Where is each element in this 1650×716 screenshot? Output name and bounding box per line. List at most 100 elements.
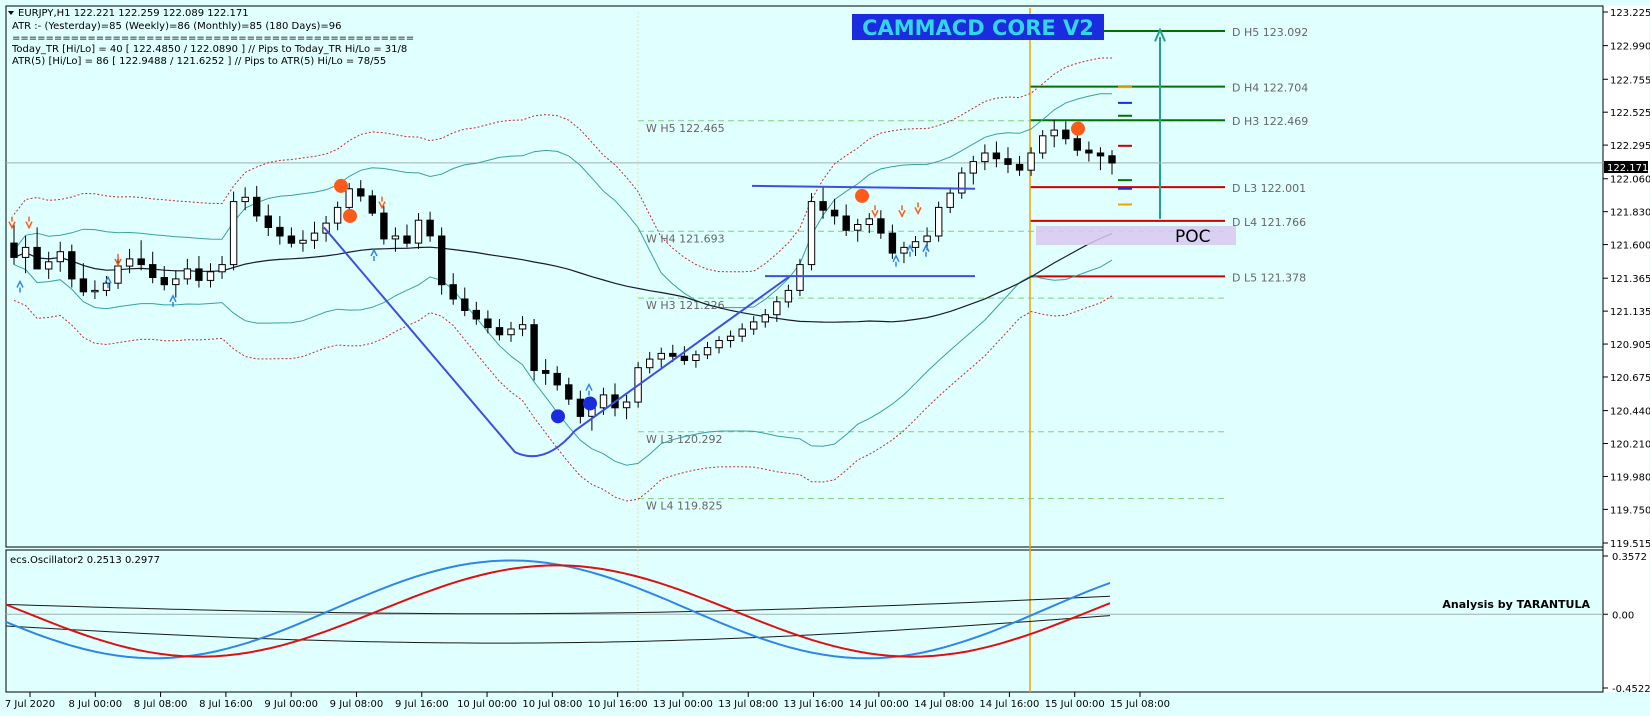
candle-body [79, 278, 88, 293]
signal-dot [1071, 121, 1085, 136]
candle-body [807, 201, 816, 266]
candle-body [1027, 152, 1035, 171]
y-tick-label: 120.440 [1610, 407, 1650, 418]
candle-body [692, 354, 700, 361]
candle-body [1039, 135, 1047, 154]
candle-body [911, 241, 920, 248]
x-tick-label: 14 Jul 08:00 [914, 699, 974, 710]
candle-body [830, 209, 839, 217]
candle-body [854, 224, 862, 231]
candle-body [680, 355, 689, 362]
atr5-line: ATR(5) [Hi/Lo] = 86 [ 122.9488 / 121.625… [12, 56, 386, 67]
y-tick-label: 121.600 [1610, 241, 1650, 252]
osc-tick-label: 0.00 [1612, 610, 1634, 621]
daily-level-label: D H5 123.092 [1232, 26, 1308, 39]
candle-body [773, 301, 781, 316]
y-tick-label: 122.525 [1610, 108, 1650, 119]
candle-body [553, 372, 561, 386]
candle-body [56, 251, 64, 263]
candle-body [68, 251, 76, 280]
y-tick-label: 122.755 [1610, 75, 1650, 86]
candle-body [357, 188, 365, 197]
candle-body [507, 328, 515, 336]
x-tick-label: 10 Jul 00:00 [457, 699, 517, 710]
x-tick-label: 8 Jul 16:00 [199, 699, 253, 710]
x-tick-label: 13 Jul 00:00 [653, 699, 713, 710]
candle-body [946, 192, 954, 208]
signal-dot [551, 409, 565, 424]
candle-body [992, 152, 1001, 160]
oscillator-pane [5, 549, 1604, 693]
x-tick-label: 15 Jul 08:00 [1110, 699, 1170, 710]
candle-body [472, 309, 481, 320]
candle-body [935, 206, 943, 237]
candle-body [253, 196, 261, 217]
candle-body [738, 328, 746, 337]
y-tick-label: 121.135 [1610, 307, 1650, 318]
candle-body [530, 324, 538, 372]
candle-body [149, 264, 157, 279]
signal-dot [334, 178, 348, 193]
candle-body [622, 401, 631, 409]
candle-body [495, 327, 504, 336]
x-tick-label: 13 Jul 08:00 [718, 699, 778, 710]
candle-body [784, 289, 793, 303]
weekly-level-label: W L4 119.825 [646, 500, 722, 513]
daily-level-label: D H3 122.469 [1232, 115, 1308, 128]
daily-level-label: D H4 122.704 [1232, 82, 1308, 95]
x-tick-label: 13 Jul 16:00 [784, 699, 844, 710]
candle-body [599, 394, 608, 409]
candle-body [1085, 149, 1093, 154]
candle-body [669, 352, 677, 357]
candle-body [10, 242, 18, 258]
x-tick-label: 8 Jul 08:00 [134, 699, 188, 710]
candle-body [91, 289, 99, 293]
candle-body [345, 188, 353, 208]
today-tr-line: Today_TR [Hi/Lo] = 40 [ 122.4850 / 122.0… [11, 44, 407, 55]
candle-body [726, 335, 735, 342]
candle-body [542, 370, 550, 374]
atr-line: ATR :- (Yesterday)=85 (Weekly)=86 (Month… [12, 21, 342, 32]
candle-body [865, 218, 873, 226]
x-tick-label: 15 Jul 00:00 [1045, 699, 1105, 710]
osc-tick-label: -0.4522 [1612, 684, 1650, 695]
candle-body [426, 219, 434, 237]
brand-title: CAMMACD CORE V2 [862, 16, 1094, 40]
daily-level-label: D L5 121.378 [1232, 271, 1306, 284]
candle-body [380, 212, 388, 240]
daily-level-label: D L4 121.766 [1232, 216, 1306, 229]
candle-body [576, 398, 585, 417]
weekly-level-label: W H5 122.465 [646, 122, 725, 135]
x-tick-label: 8 Jul 00:00 [68, 699, 122, 710]
candle-body [125, 258, 134, 267]
candle-body [287, 235, 296, 244]
candle-body [484, 318, 492, 329]
candle-body [438, 235, 446, 286]
candle-body [391, 235, 400, 240]
chart-window: W H5 122.465 W H4 121.693 W H3 121.226 W L3… [0, 0, 1650, 716]
candle-body [1050, 129, 1058, 137]
x-tick-label: 14 Jul 00:00 [849, 699, 909, 710]
analysis-credit: Analysis by TARANTULA [1442, 598, 1590, 611]
y-tick-label: 119.750 [1610, 505, 1650, 516]
candle-body [819, 201, 827, 211]
candle-body [218, 264, 226, 273]
candle-body [842, 215, 850, 231]
candle-body [206, 271, 215, 281]
candle-body [1073, 138, 1081, 151]
y-tick-label: 121.365 [1610, 274, 1650, 285]
candle-body [900, 246, 908, 254]
candle-body [183, 268, 192, 280]
x-tick-label: 7 Jul 2020 [5, 699, 55, 710]
candle-body [403, 235, 411, 244]
y-tick-label: 119.980 [1610, 472, 1650, 483]
current-price-label: 122.171 [1607, 163, 1648, 174]
x-tick-label: 9 Jul 16:00 [395, 699, 449, 710]
y-tick-label: 120.675 [1610, 373, 1650, 384]
candle-body [160, 277, 169, 286]
candle-body [276, 226, 284, 237]
signal-dot [583, 396, 597, 411]
y-tick-label: 122.295 [1610, 141, 1650, 152]
candle-body [646, 358, 654, 369]
y-tick-label: 121.830 [1610, 208, 1650, 219]
